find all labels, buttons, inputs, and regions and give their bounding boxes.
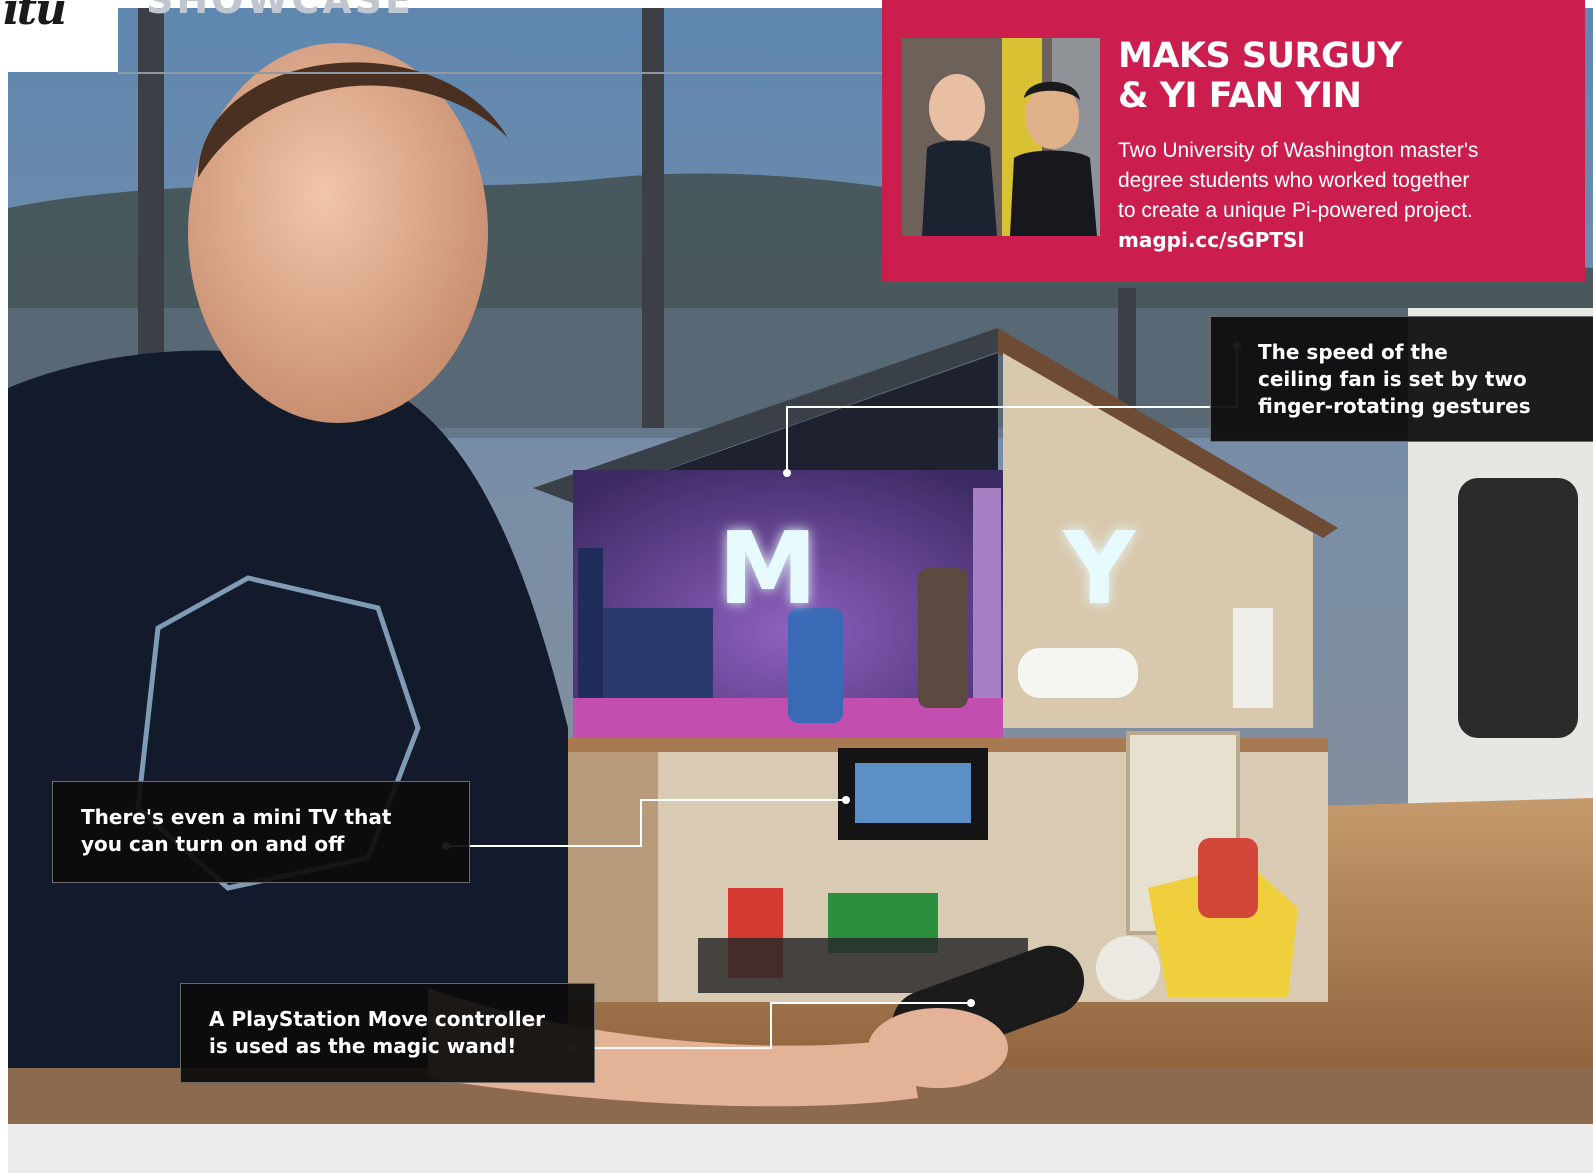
leader-dot [967,999,975,1007]
tv-leader-line [446,799,846,847]
callout-line: ceiling fan is set by two [1258,367,1527,391]
callout-line: you can turn on and off [81,832,345,856]
callout-fan: The speed of the ceiling fan is set by t… [1210,316,1593,442]
callout-line: finger-rotating gestures [1258,394,1531,418]
callout-tv-text: There's even a mini TV that you can turn… [81,804,391,858]
callout-line: The speed of the [1258,340,1448,364]
fan-leader-line [786,346,1238,473]
callout-line: There's even a mini TV that [81,805,392,829]
leader-dot [842,796,850,804]
callout-line: A PlayStation Move controller [209,1007,546,1031]
callout-wand: A PlayStation Move controller is used as… [180,983,595,1083]
callout-tv: There's even a mini TV that you can turn… [52,781,470,883]
callout-line: is used as the magic wand! [209,1034,517,1058]
leader-dot [783,469,791,477]
callout-wand-text: A PlayStation Move controller is used as… [209,1006,545,1060]
callout-fan-text: The speed of the ceiling fan is set by t… [1258,339,1531,420]
wand-leader-line [571,1002,971,1049]
